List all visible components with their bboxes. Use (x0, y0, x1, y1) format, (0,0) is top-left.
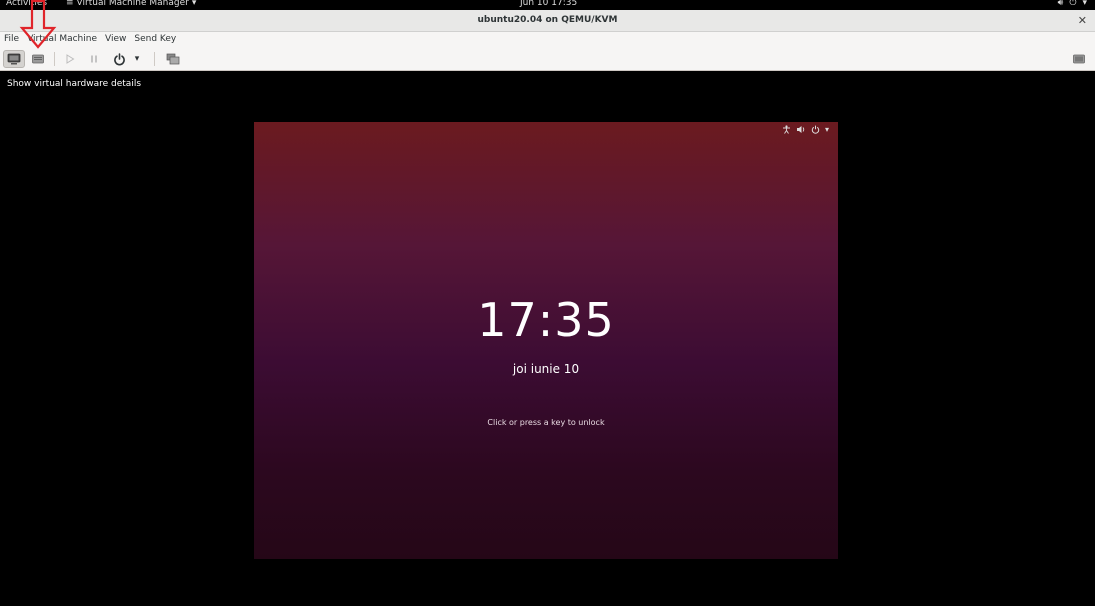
lock-screen-date: joi iunie 10 (512, 362, 580, 376)
pause-icon (91, 55, 97, 63)
app-menu[interactable]: ≡ Virtual Machine Manager ▾ (66, 0, 196, 9)
close-icon[interactable]: ✕ (1078, 14, 1087, 27)
toolbar-separator (154, 52, 155, 66)
shutdown-menu-button[interactable]: ▾ (130, 50, 144, 68)
window-titlebar[interactable]: ubuntu20.04 on QEMU/KVM ✕ (0, 10, 1095, 32)
chevron-down-icon: ▾ (824, 125, 829, 134)
fullscreen-icon (1073, 54, 1085, 64)
chevron-down-icon: ▾ (134, 54, 140, 64)
toolbar-separator (54, 52, 55, 66)
toolbar: ▾ (0, 47, 1095, 71)
monitor-icon (7, 53, 21, 65)
shutdown-button[interactable] (108, 50, 130, 68)
play-icon (66, 54, 75, 64)
snapshots-button[interactable] (162, 50, 184, 68)
power-icon (113, 52, 125, 65)
lock-screen-time: 17:35 (477, 293, 615, 347)
show-console-button[interactable] (3, 50, 25, 68)
system-status-menu[interactable]: 🔊︎ ⏻ ▾ (1058, 0, 1087, 9)
guest-status-area[interactable]: ▾ (782, 125, 829, 134)
accessibility-icon (782, 125, 790, 134)
menu-view[interactable]: View (101, 32, 130, 47)
tooltip: Show virtual hardware details (0, 74, 149, 95)
chevron-down-icon: ▾ (191, 0, 197, 8)
clock[interactable]: Jun 10 17:35 (520, 0, 577, 9)
window-title: ubuntu20.04 on QEMU/KVM (477, 15, 618, 25)
vm-display[interactable]: ▾ 17:35 joi iunie 10 Click or press a ke… (254, 122, 838, 559)
chevron-down-icon: ▾ (1082, 0, 1087, 8)
snapshots-icon (166, 53, 180, 65)
run-button[interactable] (59, 50, 81, 68)
unlock-hint: Click or press a key to unlock (487, 418, 605, 427)
power-icon: ⏻ (1069, 0, 1077, 8)
gnome-top-bar: Activities ≡ Virtual Machine Manager ▾ J… (0, 0, 1095, 10)
pause-button[interactable] (83, 50, 105, 68)
menu-bar: File Virtual Machine View Send Key (0, 32, 1095, 47)
app-menu-icon: ≡ (66, 0, 74, 8)
annotation-arrow-icon (19, 0, 57, 49)
power-icon (811, 125, 820, 134)
volume-icon (796, 126, 805, 133)
fullscreen-button[interactable] (1068, 50, 1090, 68)
menu-send-key[interactable]: Send Key (130, 32, 180, 47)
details-icon (32, 54, 44, 64)
app-menu-label: Virtual Machine Manager (76, 0, 189, 8)
volume-icon: 🔊︎ (1057, 0, 1064, 8)
show-hardware-details-button[interactable] (27, 50, 49, 68)
